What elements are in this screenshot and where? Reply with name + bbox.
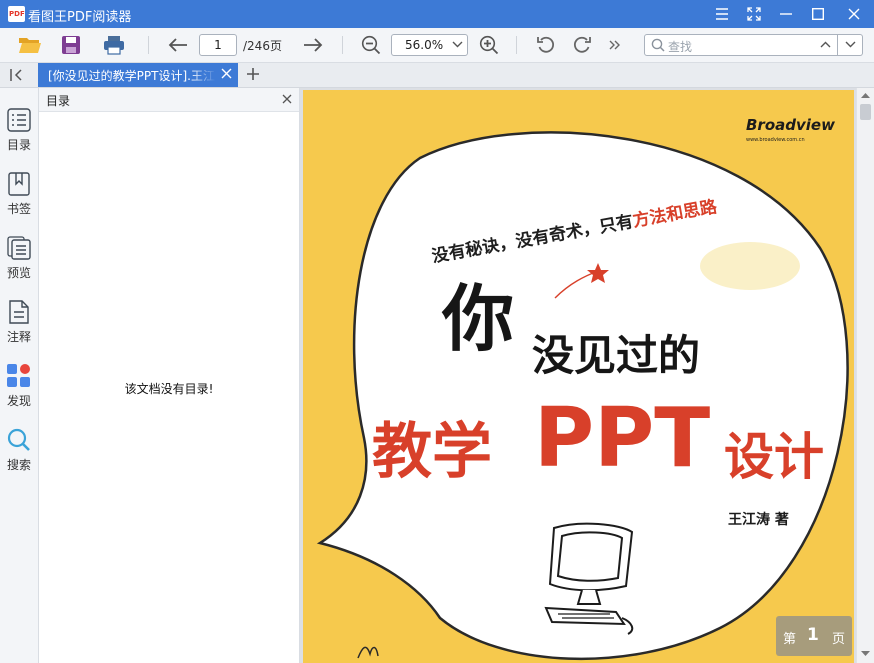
save-button[interactable] <box>57 32 85 58</box>
toolbar: 1 /246页 56.0% 查找 <box>0 28 874 63</box>
arrow-left-icon <box>168 38 187 52</box>
sidebar-item-annotations[interactable]: 注释 <box>0 296 38 352</box>
maximize-icon <box>812 8 824 20</box>
next-page-button[interactable] <box>299 32 327 58</box>
tab-document[interactable]: [你没见过的教学PPT设计].王江涛 <box>38 63 238 87</box>
bookmark-icon <box>8 172 30 196</box>
print-button[interactable] <box>100 32 128 58</box>
search-icon <box>651 38 665 52</box>
plus-icon <box>247 68 259 80</box>
new-tab-button[interactable] <box>246 67 260 84</box>
chevron-down-icon <box>452 41 463 48</box>
separator <box>148 36 149 54</box>
rotate-right-icon <box>573 36 591 53</box>
computer-illustration <box>544 522 634 635</box>
zoom-out-button[interactable] <box>357 32 385 58</box>
discover-icon <box>7 364 30 387</box>
scroll-up-icon[interactable] <box>861 92 870 98</box>
sidebar-item-search[interactable]: 搜索 <box>0 424 38 480</box>
save-icon <box>62 36 80 54</box>
close-icon[interactable] <box>221 68 232 79</box>
close-button[interactable] <box>838 0 870 28</box>
rotate-right-button[interactable] <box>568 32 596 58</box>
app-logo: PDF <box>8 6 25 22</box>
sidebar-item-preview[interactable]: 预览 <box>0 232 38 288</box>
outline-panel: 目录 该文档没有目录! <box>39 88 300 663</box>
outline-empty-message: 该文档没有目录! <box>124 382 214 396</box>
vertical-scrollbar[interactable] <box>856 88 874 663</box>
pdf-page-cover: Broadview www.broadview.com.cn 没有秘诀，没有奇术… <box>303 90 854 663</box>
close-icon <box>848 8 860 20</box>
publisher-url: www.broadview.com.cn <box>746 137 805 143</box>
window-title: 看图王PDF阅读器 <box>28 10 132 25</box>
sidebar-item-discover[interactable]: 发现 <box>0 360 38 416</box>
page-number-input[interactable]: 1 <box>199 34 237 56</box>
maximize-button[interactable] <box>802 0 834 28</box>
double-chevron-right-icon <box>609 40 620 50</box>
collapse-sidebar-button[interactable] <box>9 67 25 86</box>
rotate-left-button[interactable] <box>532 32 560 58</box>
more-tools-button[interactable] <box>601 32 629 58</box>
zoom-select[interactable]: 56.0% <box>391 34 468 56</box>
chevron-down-icon <box>845 41 856 48</box>
search-prev-button[interactable] <box>813 34 838 56</box>
fullscreen-icon <box>747 7 761 21</box>
search-placeholder: 查找 <box>668 40 693 54</box>
zoom-in-icon <box>479 35 499 55</box>
separator <box>342 36 343 54</box>
scrollbar-thumb[interactable] <box>860 104 871 120</box>
minimize-button[interactable] <box>770 0 802 28</box>
tab-label: [你没见过的教学PPT设计].王江涛 <box>48 69 216 83</box>
outline-header: 目录 <box>39 88 299 112</box>
sidebar-item-outline[interactable]: 目录 <box>0 104 38 160</box>
tab-bar: [你没见过的教学PPT设计].王江涛 <box>0 63 874 88</box>
minimize-icon <box>780 13 792 15</box>
sidebar-rail: 目录 书签 预览 注释 发现 搜索 <box>0 88 39 663</box>
open-file-button[interactable] <box>16 32 44 58</box>
zoom-value: 56.0% <box>405 38 444 52</box>
title-bar: PDF 看图王PDF阅读器 <box>0 0 874 28</box>
search-next-button[interactable] <box>838 34 863 56</box>
page-indicator: 第 1 页 <box>776 616 852 656</box>
zoom-in-button[interactable] <box>475 32 503 58</box>
prev-page-button[interactable] <box>164 32 192 58</box>
collapse-left-icon <box>10 69 22 81</box>
cover-title-5: 设计 <box>724 428 824 486</box>
close-icon[interactable] <box>282 94 292 104</box>
outline-title: 目录 <box>46 94 71 108</box>
preview-icon <box>7 236 31 260</box>
folder-icon <box>19 38 41 53</box>
scroll-down-icon[interactable] <box>861 651 870 657</box>
search-input[interactable]: 查找 <box>644 34 814 56</box>
menu-icon <box>716 8 728 20</box>
search-icon <box>7 428 30 451</box>
sidebar-item-bookmarks[interactable]: 书签 <box>0 168 38 224</box>
zoom-out-icon <box>361 35 381 55</box>
document-viewport[interactable]: Broadview www.broadview.com.cn 没有秘诀，没有奇术… <box>300 88 856 663</box>
printer-icon <box>104 36 124 55</box>
cover-title-1: 你 <box>441 277 514 361</box>
arrow-right-icon <box>304 38 323 52</box>
separator <box>516 36 517 54</box>
rotate-left-icon <box>537 36 555 53</box>
cover-title-2: 没见过的 <box>532 331 700 380</box>
publisher-logo: Broadview <box>746 116 835 134</box>
menu-button[interactable] <box>706 0 738 28</box>
cover-author: 王江涛 著 <box>728 511 789 528</box>
annotation-icon <box>9 300 29 324</box>
page-total-label: /246页 <box>243 39 282 53</box>
cover-title-3: 教学 <box>372 417 492 487</box>
fullscreen-button[interactable] <box>738 0 770 28</box>
cover-title-4: PPT <box>534 391 710 486</box>
list-icon <box>7 108 31 132</box>
chevron-up-icon <box>820 41 831 48</box>
